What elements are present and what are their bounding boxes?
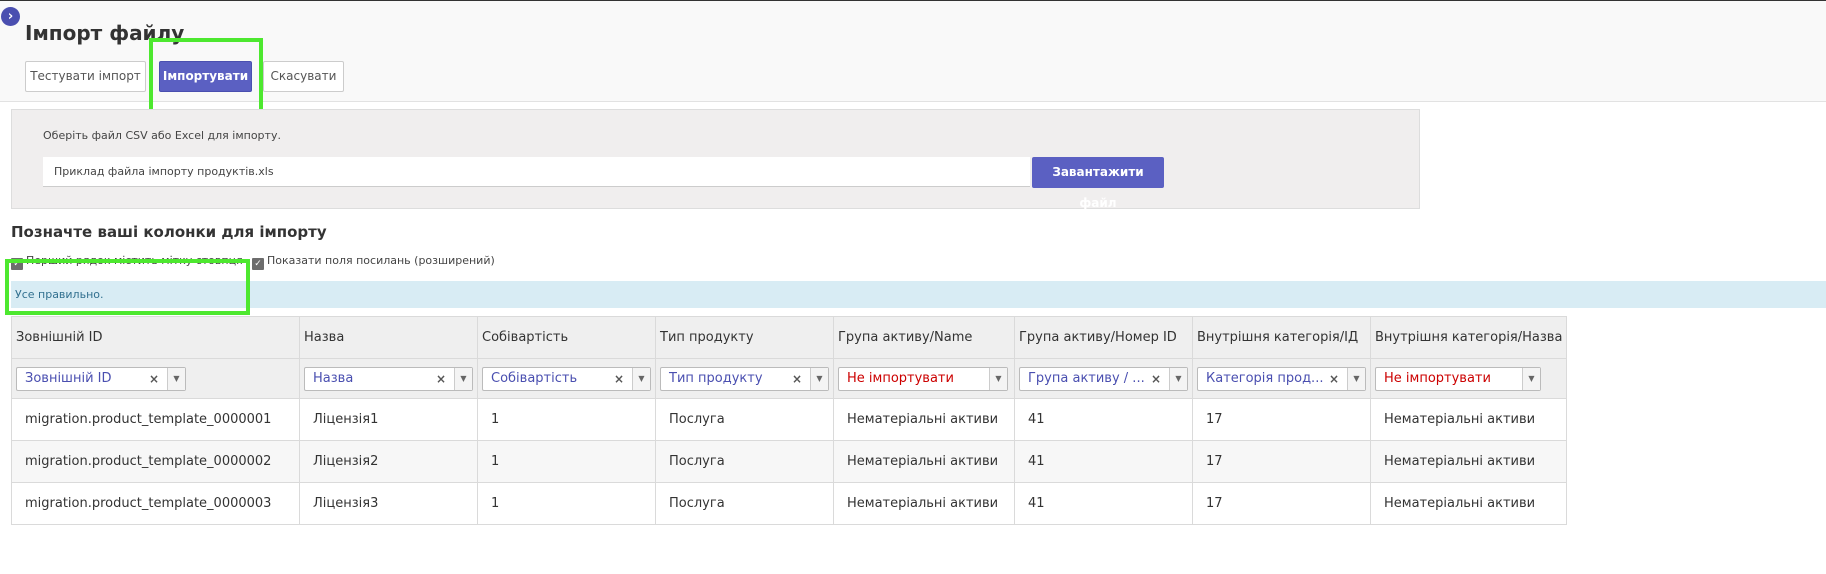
table-cell: migration.product_template_0000001 xyxy=(11,398,300,441)
field-select-asset-group-id[interactable]: Група активу / ... × ▼ xyxy=(1019,366,1188,391)
table-cell: 41 xyxy=(1014,482,1193,525)
mapping-cell: Не імпортувати ▼ xyxy=(1370,358,1567,399)
mapping-cell: Назва × ▼ xyxy=(299,358,478,399)
mapping-cell: Категорія прод... × ▼ xyxy=(1192,358,1371,399)
cancel-button[interactable]: Скасувати xyxy=(263,61,344,92)
table-cell: Послуга xyxy=(655,440,834,483)
mapping-title: Позначте ваші колонки для імпорту xyxy=(11,223,327,241)
chevron-down-icon[interactable]: ▼ xyxy=(454,367,472,390)
table-row: migration.product_template_0000003 Ліцен… xyxy=(11,482,1567,525)
table-cell: Нематеріальні активи xyxy=(1370,482,1567,525)
checkbox-checked-icon[interactable]: ✓ xyxy=(252,258,264,270)
table-cell: 41 xyxy=(1014,398,1193,441)
mapping-cell: Тип продукту × ▼ xyxy=(655,358,834,399)
clear-icon[interactable]: × xyxy=(792,368,802,390)
table-cell: 1 xyxy=(477,398,656,441)
table-cell: Нематеріальні активи xyxy=(1370,440,1567,483)
test-import-button[interactable]: Тестувати імпорт xyxy=(25,61,146,92)
field-select-external-id[interactable]: Зовнішній ID × ▼ xyxy=(16,366,186,391)
clear-icon[interactable]: × xyxy=(1151,368,1161,390)
table-row: migration.product_template_0000002 Ліцен… xyxy=(11,440,1567,483)
column-header: Внутрішня категорія/ІД xyxy=(1192,316,1371,359)
field-select-asset-group-name[interactable]: Не імпортувати ▼ xyxy=(838,366,1008,391)
table-row: migration.product_template_0000001 Ліцен… xyxy=(11,398,1567,441)
field-select-category-id[interactable]: Категорія прод... × ▼ xyxy=(1197,366,1366,391)
import-preview-table: Зовнішній ID Назва Собівартість Тип прод… xyxy=(11,316,1567,525)
chevron-down-icon[interactable]: ▼ xyxy=(810,367,828,390)
file-upload-panel: Оберіть файл CSV або Excel для імпорту. … xyxy=(11,109,1420,210)
table-cell: migration.product_template_0000002 xyxy=(11,440,300,483)
column-header: Група активу/Name xyxy=(833,316,1015,359)
mapping-cell: Собівартість × ▼ xyxy=(477,358,656,399)
column-header: Зовнішній ID xyxy=(11,316,300,359)
mapping-cell: Зовнішній ID × ▼ xyxy=(11,358,300,399)
clear-icon[interactable]: × xyxy=(614,368,624,390)
show-fields-option[interactable]: ✓ Показати поля посилань (розширений) xyxy=(252,254,495,270)
table-cell: Нематеріальні активи xyxy=(1370,398,1567,441)
chevron-down-icon[interactable]: ▼ xyxy=(632,367,650,390)
field-mapping-row: Зовнішній ID × ▼ Назва × ▼ Собівартість … xyxy=(11,358,1567,399)
clear-icon[interactable]: × xyxy=(436,368,446,390)
table-cell: Нематеріальні активи xyxy=(833,482,1015,525)
field-select-name[interactable]: Назва × ▼ xyxy=(304,366,473,391)
column-header: Група активу/Номер ID xyxy=(1014,316,1193,359)
column-header: Внутрішня категорія/Назва xyxy=(1370,316,1567,359)
table-cell: Ліцензія1 xyxy=(299,398,478,441)
control-panel: › Імпорт файлу Тестувати імпорт Імпортув… xyxy=(0,1,1826,102)
table-cell: Ліцензія3 xyxy=(299,482,478,525)
file-name-field[interactable]: Приклад файла імпорту продуктів.xls xyxy=(43,157,1030,187)
field-select-product-type[interactable]: Тип продукту × ▼ xyxy=(660,366,829,391)
field-select-cost[interactable]: Собівартість × ▼ xyxy=(482,366,651,391)
table-cell: 17 xyxy=(1192,482,1371,525)
table-cell: 1 xyxy=(477,440,656,483)
mapping-cell: Група активу / ... × ▼ xyxy=(1014,358,1193,399)
chevron-down-icon[interactable]: ▼ xyxy=(167,367,185,390)
table-cell: 17 xyxy=(1192,398,1371,441)
table-cell: 41 xyxy=(1014,440,1193,483)
clear-icon[interactable]: × xyxy=(1329,368,1339,390)
table-cell: Нематеріальні активи xyxy=(833,440,1015,483)
column-header: Собівартість xyxy=(477,316,656,359)
clear-icon[interactable]: × xyxy=(149,368,159,390)
table-cell: Послуга xyxy=(655,398,834,441)
chevron-down-icon[interactable]: ▼ xyxy=(1169,367,1187,390)
table-cell: Ліцензія2 xyxy=(299,440,478,483)
table-cell: Послуга xyxy=(655,482,834,525)
chevron-down-icon[interactable]: ▼ xyxy=(1522,367,1540,390)
mapping-cell: Не імпортувати ▼ xyxy=(833,358,1015,399)
field-select-category-name[interactable]: Не імпортувати ▼ xyxy=(1375,366,1541,391)
highlight-box-status xyxy=(5,259,250,315)
table-cell: Нематеріальні активи xyxy=(833,398,1015,441)
chevron-down-icon[interactable]: ▼ xyxy=(1347,367,1365,390)
upload-file-button[interactable]: Завантажити файл xyxy=(1032,157,1164,210)
column-header: Тип продукту xyxy=(655,316,834,359)
table-cell: 1 xyxy=(477,482,656,525)
show-fields-label: Показати поля посилань (розширений) xyxy=(267,254,495,267)
chevron-right-icon[interactable]: › xyxy=(1,7,20,26)
chevron-down-icon[interactable]: ▼ xyxy=(989,367,1007,390)
header-row: Зовнішній ID Назва Собівартість Тип прод… xyxy=(11,316,1567,359)
column-header: Назва xyxy=(299,316,478,359)
status-alert: Усе правильно. xyxy=(11,281,1826,308)
table-cell: 17 xyxy=(1192,440,1371,483)
highlight-box-import xyxy=(149,38,263,116)
file-label: Оберіть файл CSV або Excel для імпорту. xyxy=(43,129,281,142)
table-cell: migration.product_template_0000003 xyxy=(11,482,300,525)
